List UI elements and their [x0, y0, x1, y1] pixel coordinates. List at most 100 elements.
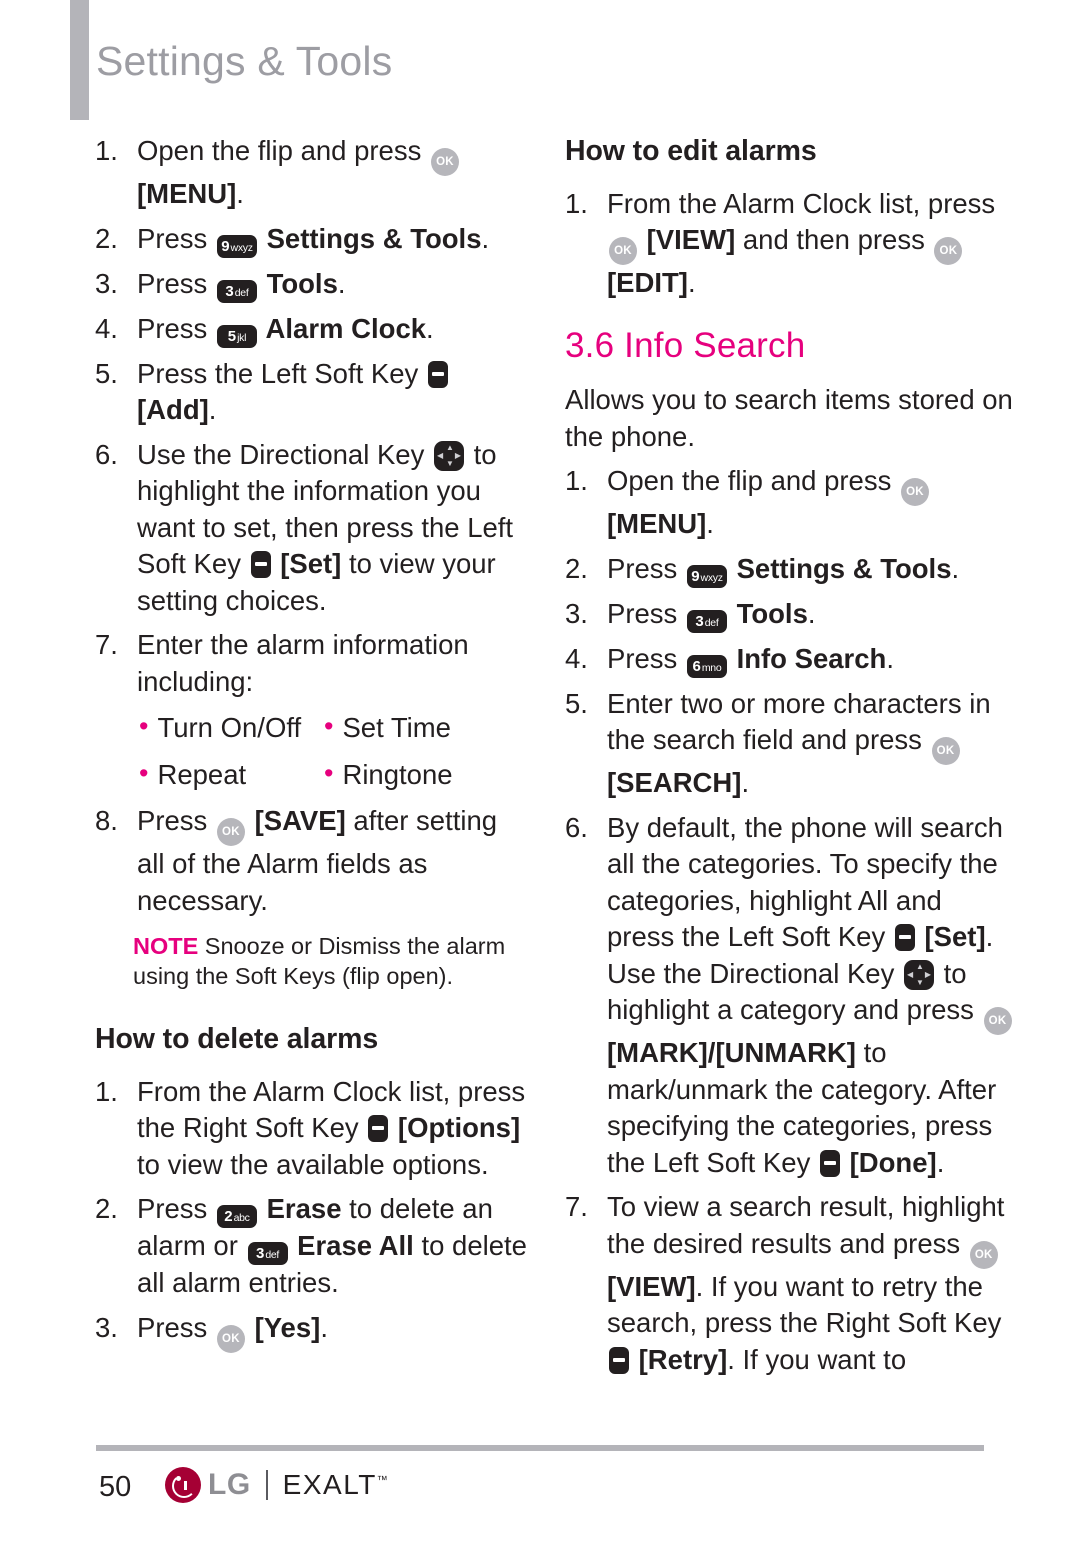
step-body: From the Alarm Clock list, press the Rig…	[137, 1074, 527, 1184]
bullet-label: Repeat	[157, 758, 247, 790]
step-text: .	[236, 178, 244, 209]
step-emphasis: [Add]	[137, 394, 209, 425]
step-body: Press OK [Yes].	[137, 1310, 527, 1353]
step-emphasis: [MARK]/[UNMARK]	[607, 1037, 856, 1068]
lg-wordmark: LG	[208, 1468, 251, 1501]
ok-key-icon: OK	[431, 148, 459, 176]
step-number: 7.	[565, 1191, 588, 1222]
step-text: Press	[137, 267, 215, 299]
alarm-delete-step-list: 1. From the Alarm Clock list, press the R…	[95, 1074, 527, 1353]
ok-key-icon: OK	[983, 1007, 1012, 1035]
numbered-step: 2. Press 9wxyz Settings & Tools.	[95, 221, 527, 258]
key-9-wxyz-icon: 9wxyz	[686, 564, 727, 588]
step-emphasis: Settings & Tools	[258, 222, 482, 254]
step-text: Press	[137, 1193, 215, 1224]
step-number: 2.	[565, 552, 588, 584]
directional-key-icon: ▲ ▼ ◀ ▶	[904, 959, 934, 990]
bullet-item: • Turn On/Off	[139, 710, 324, 747]
step-emphasis: [MENU]	[137, 178, 237, 209]
model-name: EXALT™	[283, 1469, 388, 1501]
step-number: 1.	[95, 1075, 118, 1107]
step-number: 1.	[565, 187, 588, 219]
numbered-step: 1. From the Alarm Clock list, press the R…	[95, 1074, 527, 1184]
step-emphasis: [SAVE]	[246, 805, 346, 836]
directional-key-icon: ▲ ▼ ◀ ▶	[434, 440, 464, 471]
step-text: Enter the alarm information including:	[137, 629, 469, 697]
step-body: Press 5jkl Alarm Clock.	[137, 311, 527, 348]
page-number: 50	[99, 1471, 132, 1503]
bullet-dot-icon: •	[139, 757, 149, 788]
numbered-step: 3. Press 3def Tools.	[565, 596, 1015, 633]
step-text: .	[481, 222, 490, 254]
how-to-edit-alarms-heading: How to edit alarms	[565, 135, 817, 167]
step-number: 2.	[95, 1193, 118, 1224]
step-number: 4.	[565, 642, 588, 674]
step-text: .	[687, 267, 696, 298]
step-text: Press	[137, 222, 215, 254]
step-body: Press 3def Tools.	[137, 266, 527, 303]
step-number: 3.	[565, 597, 588, 629]
step-emphasis: Tools	[728, 597, 808, 629]
numbered-step: 7. Enter the alarm information including:	[95, 627, 527, 700]
soft-key-icon	[609, 1346, 629, 1374]
step-number: 5.	[565, 687, 588, 719]
step-emphasis: Alarm Clock	[258, 312, 427, 344]
step-number: 7.	[95, 629, 118, 660]
step-body: Press 9wxyz Settings & Tools.	[607, 551, 1015, 588]
ok-key-icon: OK	[216, 818, 245, 846]
ok-key-icon: OK	[216, 1324, 245, 1353]
bullet-row: • Repeat • Ringtone	[139, 757, 509, 794]
step-number: 5.	[95, 357, 118, 389]
step-emphasis: Erase All	[289, 1230, 414, 1261]
logo-divider	[265, 1470, 268, 1500]
numbered-step: 5. Press the Left Soft Key [Add].	[95, 356, 527, 429]
numbered-step: 1. Open the flip and press OK [MENU].	[565, 463, 1015, 543]
numbered-step: 1. From the Alarm Clock list, press OK [V…	[565, 186, 1015, 302]
numbered-step: 2. Press 9wxyz Settings & Tools.	[565, 551, 1015, 588]
bullet-item: • Ringtone	[324, 757, 509, 794]
step-body: Press 3def Tools.	[607, 596, 1015, 633]
key-2-abc-icon: 2abc	[216, 1205, 257, 1228]
ok-key-icon: OK	[901, 478, 929, 506]
page-title: Settings & Tools	[96, 38, 393, 84]
alarm-add-step-list: 1. Open the flip and press OK [MENU]. 2. Pr…	[95, 133, 527, 700]
header-accent-bar	[70, 0, 89, 120]
step-body: Press 6mno Info Search.	[607, 641, 1015, 678]
bullet-dot-icon: •	[139, 711, 149, 741]
step-text: Press	[137, 312, 215, 344]
key-9-wxyz-icon: 9wxyz	[216, 234, 257, 258]
step-text: Press the Left Soft Key	[137, 357, 426, 389]
step-emphasis: [EDIT]	[607, 267, 688, 298]
section-heading-info-search: 3.6 Info Search	[565, 325, 806, 365]
numbered-step: 3. Press OK [Yes].	[95, 1310, 527, 1353]
step-emphasis: [Done]	[841, 1146, 937, 1178]
step-text: .	[320, 1311, 328, 1343]
ok-key-icon: OK	[934, 237, 963, 265]
ok-key-icon: OK	[609, 237, 637, 265]
step-number: 3.	[95, 1311, 118, 1343]
soft-key-icon	[368, 1115, 389, 1142]
footer-divider	[96, 1445, 984, 1451]
step-text: .	[741, 767, 750, 798]
step-body: Open the flip and press OK [MENU].	[137, 133, 527, 213]
numbered-step: 6. By default, the phone will search all …	[565, 810, 1015, 1182]
numbered-step: 1. Open the flip and press OK [MENU].	[95, 133, 527, 213]
step-body: From the Alarm Clock list, press OK [VIE…	[607, 186, 1015, 302]
step-body: Press 2abc Erase to delete an alarm or 3…	[137, 1191, 527, 1302]
info-search-intro: Allows you to search items stored on the…	[565, 384, 1013, 452]
soft-key-icon	[819, 1149, 840, 1177]
note-label: NOTE	[133, 933, 199, 959]
step-number: 4.	[95, 312, 118, 344]
numbered-step: 6. Use the Directional Key ▲ ▼ ◀ ▶ to highli…	[95, 437, 527, 620]
step-text: To view a search result, highlight the d…	[607, 1191, 1005, 1259]
step-text: From the Alarm Clock list, press	[607, 187, 996, 219]
step-emphasis: [SEARCH]	[607, 767, 742, 798]
step-number: 1.	[95, 135, 118, 166]
step-text: Press	[137, 1311, 215, 1343]
bullet-dot-icon: •	[324, 711, 334, 741]
lg-exalt-logo: LG EXALT™	[165, 1467, 388, 1503]
bullet-row: • Turn On/Off • Set Time	[139, 710, 509, 747]
step-body: Enter the alarm information including:	[137, 627, 527, 700]
left-column: 1. Open the flip and press OK [MENU]. 2. Pr…	[95, 133, 527, 1361]
step-body: Use the Directional Key ▲ ▼ ◀ ▶ to highligh…	[137, 437, 527, 620]
